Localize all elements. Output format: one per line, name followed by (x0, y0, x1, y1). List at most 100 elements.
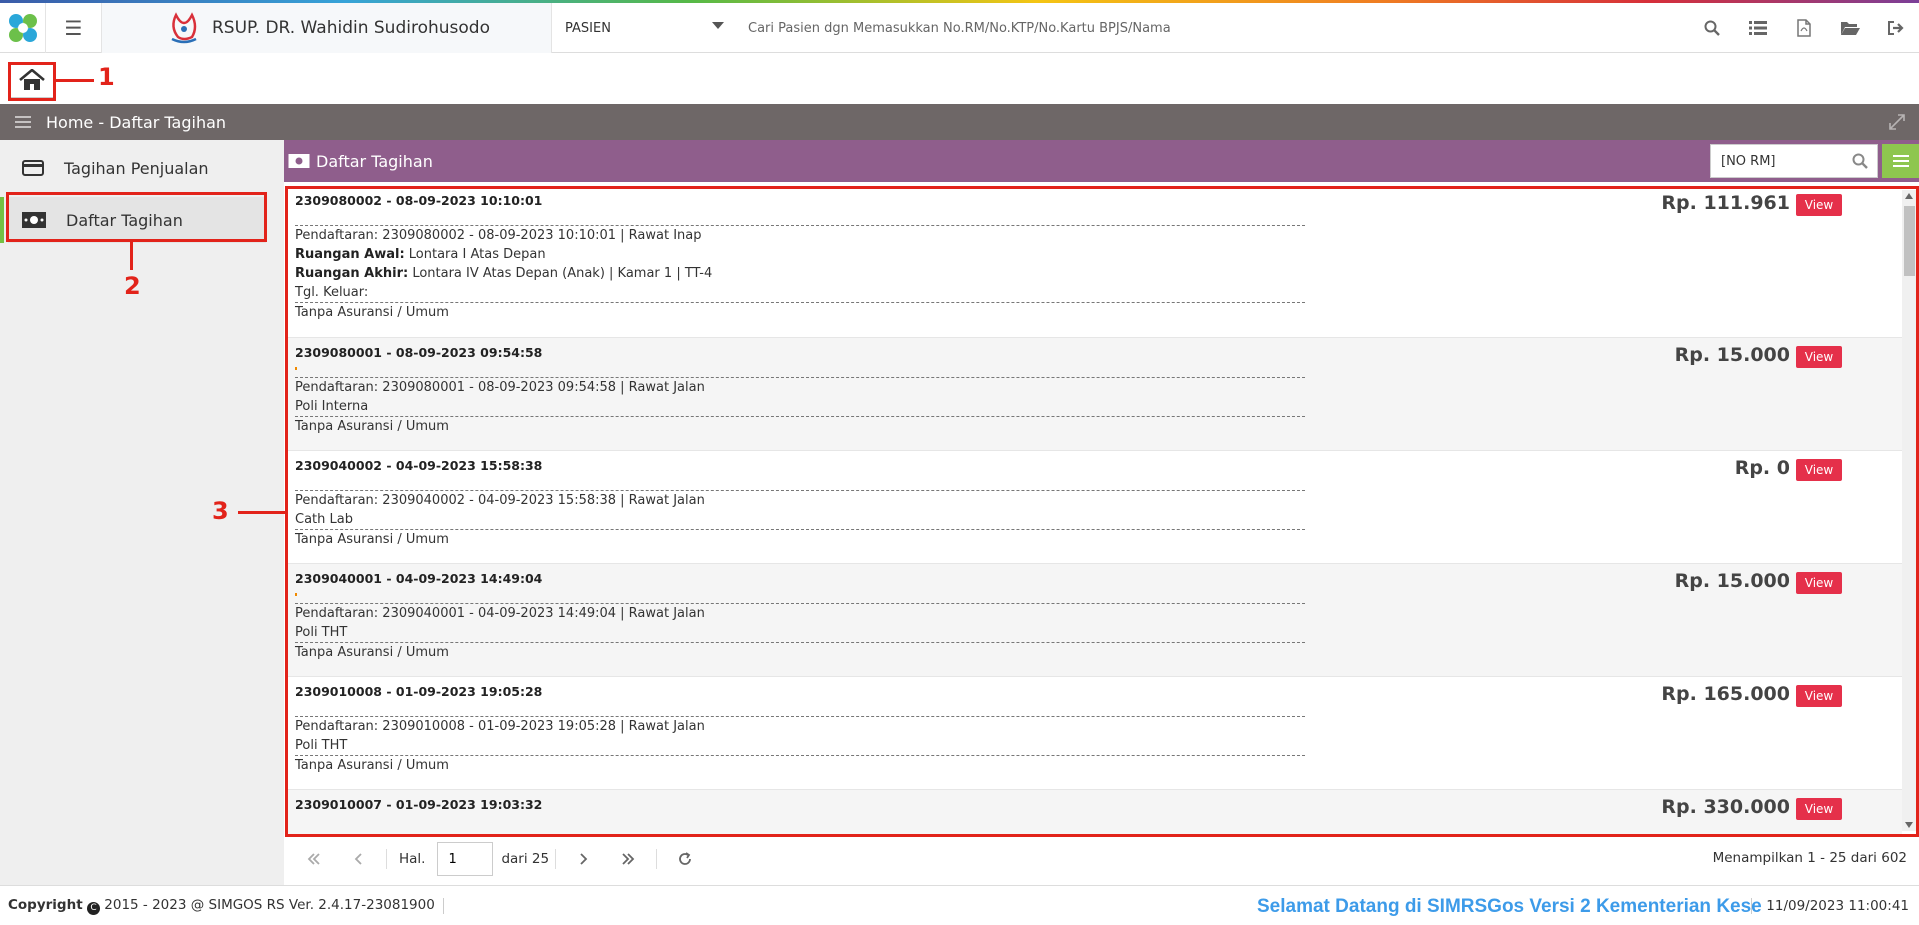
page-number-input[interactable] (437, 842, 494, 876)
view-button[interactable]: View (1796, 194, 1842, 216)
last-page-icon[interactable] (606, 838, 650, 880)
page-label: Hal. (399, 851, 426, 867)
list-scrollbar[interactable] (1902, 190, 1917, 831)
search-icon[interactable] (1843, 153, 1877, 169)
copyright-text: Copyright C 2015 - 2023 @ SIMGOS RS Ver.… (8, 896, 435, 915)
search-type-select[interactable]: PASIEN (552, 3, 738, 53)
hospital-brand: RSUP. DR. Wahidin Sudirohusodo (102, 3, 552, 53)
credit-card-icon (22, 160, 44, 176)
scroll-down-arrow-icon[interactable] (1905, 822, 1913, 828)
bill-title: 2309080002 - 08-09-2023 10:10:01 (295, 193, 543, 208)
welcome-marquee: Selamat Datang di SIMRSGos Versi 2 Kemen… (1257, 896, 1762, 917)
bill-registration: Pendaftaran: 2309080002 - 08-09-2023 10:… (295, 228, 702, 243)
sidebar-item-label: Tagihan Penjualan (64, 158, 209, 178)
bill-row: 2309040002 - 04-09-2023 15:58:38 Pendaft… (288, 451, 1902, 564)
bill-row: 2309010007 - 01-09-2023 19:03:32 Rp. 330… (288, 790, 1902, 835)
hospital-logo-icon (171, 12, 197, 44)
view-button[interactable]: View (1796, 346, 1842, 368)
panel-menu-button[interactable] (1882, 144, 1919, 178)
pdf-icon[interactable] (1781, 3, 1827, 53)
home-icon (19, 69, 45, 90)
refresh-icon[interactable] (663, 838, 707, 880)
expand-icon[interactable] (1889, 114, 1905, 134)
bill-discharge-date: Tgl. Keluar: (295, 285, 369, 300)
scroll-up-arrow-icon[interactable] (1905, 193, 1913, 199)
first-page-icon[interactable] (292, 838, 336, 880)
simgos-logo-icon (8, 14, 37, 42)
bill-room-end: Ruangan Akhir: Lontara IV Atas Depan (An… (295, 266, 713, 281)
bill-amount: Rp. 111.961 (1661, 192, 1790, 214)
caret-down-icon (712, 22, 724, 29)
bill-row: 2309080001 - 08-09-2023 09:54:58 Pendaft… (288, 338, 1902, 451)
bill-amount: Rp. 165.000 (1661, 683, 1790, 705)
sidebar-item-label: Daftar Tagihan (66, 210, 183, 230)
bill-insurance: Tanpa Asuransi / Umum (295, 758, 449, 773)
bill-row: 2309080002 - 08-09-2023 10:10:01 Pendaft… (288, 186, 1902, 338)
footer-datetime: 11/09/2023 11:00:41 (1751, 898, 1909, 914)
search-icon[interactable] (1689, 3, 1735, 53)
sidebar-item-tagihan-penjualan[interactable]: Tagihan Penjualan (8, 145, 266, 191)
top-bar: ☰ RSUP. DR. Wahidin Sudirohusodo PASIEN (0, 3, 1919, 53)
search-type-value: PASIEN (565, 20, 611, 36)
sidebar-item-daftar-tagihan[interactable]: Daftar Tagihan (0, 197, 266, 243)
list-icon[interactable] (1735, 3, 1781, 53)
bill-unit: Poli THT (295, 738, 348, 753)
bars-icon (1892, 155, 1909, 167)
top-icon-group (1689, 3, 1919, 53)
panel-title: Daftar Tagihan (316, 151, 433, 171)
pagination-bar: Hal. dari 25 Menampilkan 1 - 25 dari 602 (284, 838, 1919, 880)
bill-title: 2309010008 - 01-09-2023 19:05:28 (295, 684, 543, 699)
home-row (0, 54, 1919, 104)
bill-title: 2309010007 - 01-09-2023 19:03:32 (295, 797, 543, 812)
bill-unit: Poli THT (295, 625, 348, 640)
hospital-name: RSUP. DR. Wahidin Sudirohusodo (212, 18, 490, 38)
money-icon (288, 154, 310, 168)
bill-registration: Pendaftaran: 2309040002 - 04-09-2023 15:… (295, 493, 705, 508)
panel-header: Daftar Tagihan (284, 140, 1919, 182)
footer: Copyright C 2015 - 2023 @ SIMGOS RS Ver.… (0, 885, 1919, 925)
folder-open-icon[interactable] (1827, 3, 1873, 53)
app-logo[interactable] (0, 3, 46, 53)
bill-amount: Rp. 0 (1734, 457, 1790, 479)
menu-toggle-icon[interactable]: ☰ (46, 3, 102, 53)
breadcrumb-bar: Home - Daftar Tagihan (0, 104, 1919, 140)
sidebar: Tagihan Penjualan Daftar Tagihan (0, 140, 284, 885)
bill-list: 2309080002 - 08-09-2023 10:10:01 Pendaft… (288, 186, 1902, 835)
records-info: Menampilkan 1 - 25 dari 602 (1712, 850, 1907, 866)
bill-insurance: Tanpa Asuransi / Umum (295, 532, 449, 547)
patient-search-input[interactable] (748, 15, 1648, 41)
bill-amount: Rp. 15.000 (1674, 344, 1790, 366)
view-button[interactable]: View (1796, 572, 1842, 594)
bill-insurance: Tanpa Asuransi / Umum (295, 645, 449, 660)
rm-search-box (1710, 144, 1878, 178)
home-button[interactable] (10, 62, 54, 98)
money-icon (22, 212, 46, 228)
copyright-icon: C (86, 901, 100, 915)
next-page-icon[interactable] (562, 838, 606, 880)
sign-out-icon[interactable] (1873, 3, 1919, 53)
prev-page-icon[interactable] (336, 838, 380, 880)
view-button[interactable]: View (1796, 685, 1842, 707)
view-button[interactable]: View (1796, 459, 1842, 481)
bill-row: 2309040001 - 04-09-2023 14:49:04 Pendaft… (288, 564, 1902, 677)
bill-unit: Cath Lab (295, 512, 353, 527)
bill-title: 2309080001 - 08-09-2023 09:54:58 (295, 345, 543, 360)
bill-registration: Pendaftaran: 2309010008 - 01-09-2023 19:… (295, 719, 705, 734)
scroll-thumb[interactable] (1904, 206, 1915, 276)
bill-registration: Pendaftaran: 2309040001 - 04-09-2023 14:… (295, 606, 705, 621)
breadcrumb-menu-icon[interactable] (0, 116, 46, 128)
bill-room-start: Ruangan Awal: Lontara I Atas Depan (295, 247, 546, 262)
bill-insurance: Tanpa Asuransi / Umum (295, 419, 449, 434)
view-button[interactable]: View (1796, 798, 1842, 820)
bill-registration: Pendaftaran: 2309080001 - 08-09-2023 09:… (295, 380, 705, 395)
bill-title: 2309040002 - 04-09-2023 15:58:38 (295, 458, 543, 473)
bill-insurance: Tanpa Asuransi / Umum (295, 305, 449, 320)
rm-search-input[interactable] (1711, 146, 1843, 176)
page-total: dari 25 (501, 851, 550, 867)
bill-row: 2309010008 - 01-09-2023 19:05:28 Pendaft… (288, 677, 1902, 790)
bill-unit: Poli Interna (295, 399, 369, 414)
bill-amount: Rp. 15.000 (1674, 570, 1790, 592)
bill-amount: Rp. 330.000 (1661, 796, 1790, 818)
breadcrumb: Home - Daftar Tagihan (46, 112, 227, 132)
bill-title: 2309040001 - 04-09-2023 14:49:04 (295, 571, 543, 586)
